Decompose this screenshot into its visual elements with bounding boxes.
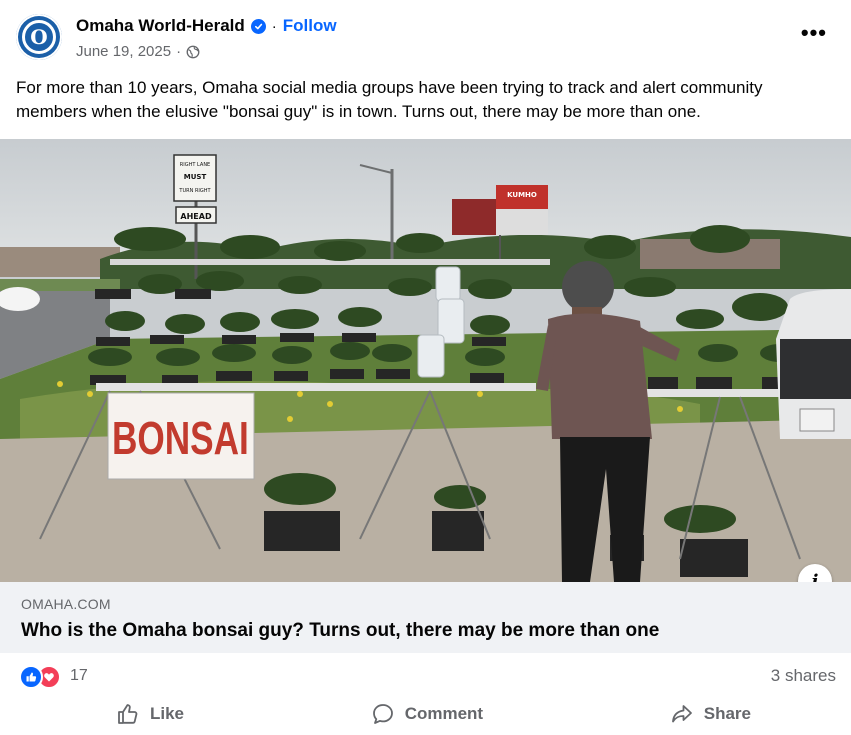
- road-sign-line-3: TURN RIGHT: [178, 188, 211, 194]
- link-domain: OMAHA.COM: [21, 596, 111, 612]
- link-title[interactable]: Who is the Omaha bonsai guy? Turns out, …: [21, 620, 659, 642]
- shares-count[interactable]: 3 shares: [771, 666, 836, 686]
- page-name[interactable]: Omaha World-Herald: [76, 16, 245, 36]
- thumbs-up-icon: [118, 704, 138, 724]
- comment-bubble-icon: [372, 704, 393, 724]
- post-meta: June 19, 2025 ·: [76, 43, 200, 60]
- verified-badge-icon: [250, 18, 266, 34]
- page-avatar[interactable]: O: [16, 14, 62, 60]
- billboard-text: KUMHO: [507, 191, 537, 199]
- share-label: Share: [703, 704, 751, 723]
- share-button[interactable]: Share: [670, 694, 751, 734]
- separator: ·: [271, 17, 277, 35]
- globe-icon: [186, 45, 200, 58]
- post-date[interactable]: June 19, 2025: [76, 43, 171, 60]
- name-row: Omaha World-Herald · Follow: [76, 16, 337, 36]
- date-separator: ·: [176, 43, 182, 60]
- link-preview[interactable]: OMAHA.COM Who is the Omaha bonsai guy? T…: [0, 582, 851, 653]
- reaction-count[interactable]: 17: [70, 667, 88, 685]
- facebook-post: O Omaha World-Herald · Follow June 19, 2…: [0, 0, 851, 735]
- more-options-icon[interactable]: •••: [801, 22, 827, 44]
- comment-label: Comment: [404, 704, 484, 723]
- road-sign-ahead: AHEAD: [180, 212, 212, 221]
- photo-illustration: RIGHT LANE MUST TURN RIGHT AHEAD KUMHO B…: [0, 139, 851, 582]
- road-sign-line-2: MUST: [184, 173, 207, 181]
- post-photo[interactable]: RIGHT LANE MUST TURN RIGHT AHEAD KUMHO B…: [0, 139, 851, 582]
- avatar-logo: O: [22, 20, 56, 54]
- reactions-row: 17 3 shares: [0, 660, 851, 690]
- action-bar: Like Comment Share: [0, 694, 851, 734]
- like-button[interactable]: Like: [116, 694, 184, 734]
- road-sign-line-1: RIGHT LANE: [180, 162, 210, 168]
- like-label: Like: [150, 704, 185, 723]
- bonsai-sign-text: BONSAI: [112, 413, 249, 465]
- follow-button[interactable]: Follow: [283, 16, 337, 36]
- post-header: O Omaha World-Herald · Follow June 19, 2…: [0, 0, 851, 72]
- like-reaction-icon: [19, 665, 43, 689]
- reaction-icons[interactable]: [19, 665, 61, 689]
- comment-button[interactable]: Comment: [371, 694, 483, 734]
- share-arrow-icon: [671, 705, 692, 723]
- post-caption: For more than 10 years, Omaha social med…: [16, 78, 763, 121]
